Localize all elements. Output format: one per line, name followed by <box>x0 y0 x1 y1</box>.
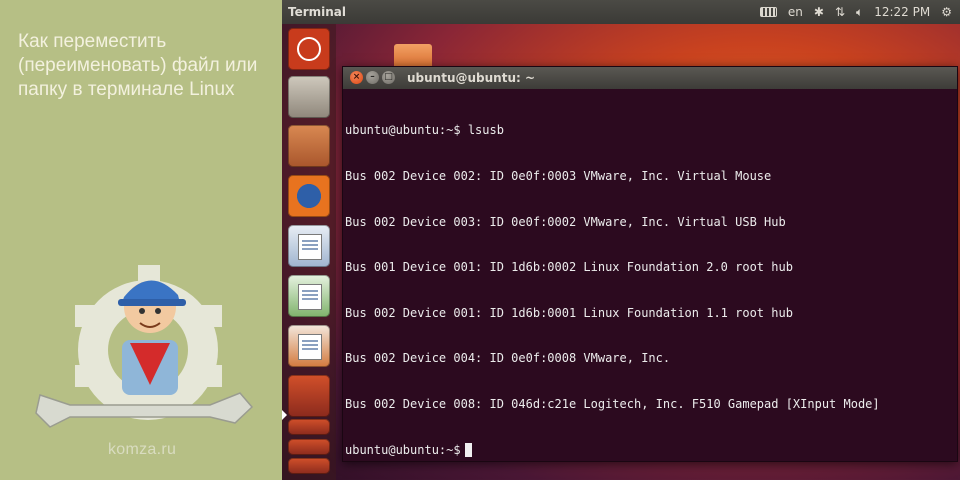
terminal-line: Bus 002 Device 003: ID 0e0f:0002 VMware,… <box>345 214 786 229</box>
ubuntu-desktop: Terminal en ✱ ⇅ 🔈︎ 12:22 PM ⚙ × – □ ubun… <box>282 0 960 480</box>
close-icon[interactable]: × <box>350 71 363 84</box>
indicator-area: en ✱ ⇅ 🔈︎ 12:22 PM ⚙ <box>759 0 952 24</box>
volume-icon[interactable]: 🔈︎ <box>856 5 863 20</box>
terminal-prompt-line[interactable]: ubuntu@ubuntu:~$ <box>345 442 957 458</box>
launcher-stacked-button[interactable] <box>288 375 330 417</box>
maximize-icon[interactable]: □ <box>382 71 395 84</box>
promo-panel: Как переместить (переименовать) файл или… <box>0 0 282 480</box>
promo-title-line: (переименовать) файл или <box>18 55 258 76</box>
bluetooth-icon[interactable]: ✱ <box>814 5 824 19</box>
ubuntu-logo-icon <box>297 37 321 61</box>
clock[interactable]: 12:22 PM <box>874 5 930 19</box>
text-cursor <box>464 442 472 457</box>
promo-title-line: Как переместить <box>18 31 167 52</box>
launcher-active-indicator-icon <box>282 410 287 420</box>
launcher-stacked-button[interactable] <box>288 458 330 474</box>
terminal-output[interactable]: ubuntu@ubuntu:~$ lsusb Bus 002 Device 00… <box>343 89 957 480</box>
launcher-stacked-button[interactable] <box>288 439 330 455</box>
launcher-firefox-button[interactable] <box>288 175 330 217</box>
document-icon <box>298 234 322 260</box>
keyboard-icon[interactable] <box>759 7 777 17</box>
promo-title: Как переместить (переименовать) файл или… <box>18 30 278 102</box>
terminal-prompt: ubuntu@ubuntu:~$ <box>345 442 461 457</box>
launcher-impress-button[interactable] <box>288 325 330 367</box>
launcher-writer-button[interactable] <box>288 225 330 267</box>
terminal-titlebar[interactable]: × – □ ubuntu@ubuntu: ~ <box>343 67 957 89</box>
terminal-line: Bus 002 Device 008: ID 046d:c21e Logitec… <box>345 397 880 412</box>
terminal-line: Bus 002 Device 004: ID 0e0f:0008 VMware,… <box>345 351 671 366</box>
launcher-files-button[interactable] <box>288 125 330 167</box>
launcher <box>282 24 336 480</box>
mascot-mechanic-icon <box>35 265 254 428</box>
site-watermark: komza.ru <box>108 441 177 458</box>
terminal-line: ubuntu@ubuntu:~$ lsusb <box>345 123 504 138</box>
promo-title-line: папку в терминале Linux <box>18 79 235 100</box>
launcher-stacked-button[interactable] <box>288 419 330 435</box>
network-icon[interactable]: ⇅ <box>835 5 845 19</box>
terminal-line: Bus 002 Device 002: ID 0e0f:0003 VMware,… <box>345 169 772 184</box>
terminal-window[interactable]: × – □ ubuntu@ubuntu: ~ ubuntu@ubuntu:~$ … <box>342 66 958 462</box>
terminal-line: Bus 001 Device 001: ID 1d6b:0002 Linux F… <box>345 260 793 275</box>
launcher-calc-button[interactable] <box>288 275 330 317</box>
launcher-software-center-button[interactable] <box>288 76 330 118</box>
keyboard-layout[interactable]: en <box>788 5 803 19</box>
terminal-line: Bus 002 Device 001: ID 1d6b:0001 Linux F… <box>345 305 793 320</box>
top-panel: Terminal en ✱ ⇅ 🔈︎ 12:22 PM ⚙ <box>282 0 960 24</box>
presentation-icon <box>298 334 322 360</box>
terminal-title: ubuntu@ubuntu: ~ <box>407 71 536 85</box>
power-icon[interactable]: ⚙ <box>941 5 952 19</box>
active-app-title: Terminal <box>288 5 347 19</box>
spreadsheet-icon <box>298 284 322 310</box>
minimize-icon[interactable]: – <box>366 71 379 84</box>
launcher-dash-button[interactable] <box>288 28 330 70</box>
